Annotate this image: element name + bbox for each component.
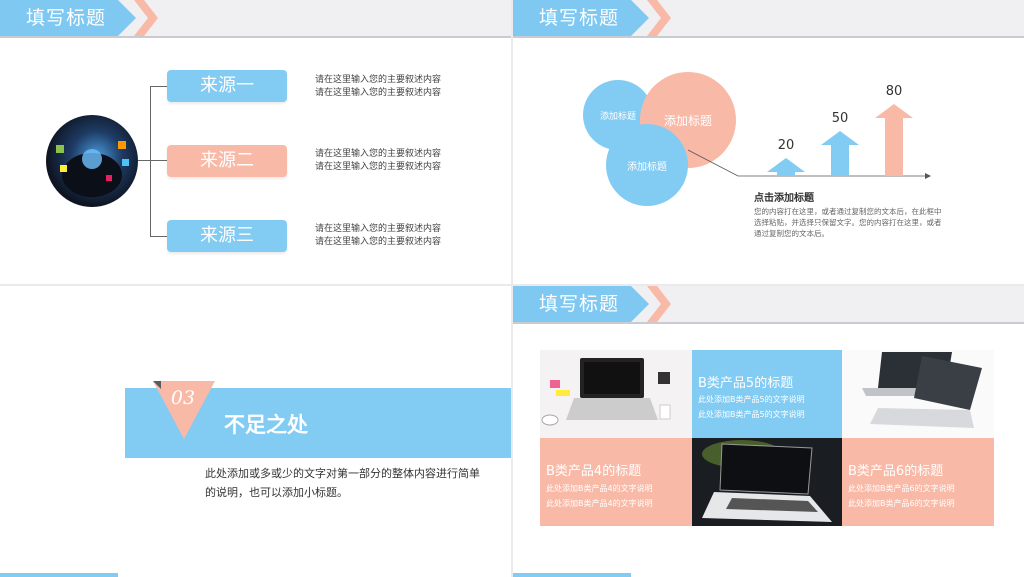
desc-line: 请在这里输入您的主要叙述内容 [315, 149, 442, 159]
slide-sources[interactable]: 填写标题 来源一 来源二 来源三 请在这里输入您的主要叙述内容 请在这里输入您的… [0, 0, 511, 284]
connector-line [150, 236, 167, 237]
product-title: B类产品6的标题 [848, 464, 944, 479]
header-chevron-icon [134, 0, 158, 36]
section-number: 03 [170, 387, 196, 409]
next-slide-header-peek [0, 573, 118, 577]
arrow-bar [767, 158, 805, 176]
source-one-box[interactable]: 来源一 [167, 70, 287, 102]
source-one-desc: 请在这里输入您的主要叙述内容 请在这里输入您的主要叙述内容 [315, 74, 441, 100]
slide-section[interactable]: 03 不足之处 此处添加或多或少的文字对第一部分的整体内容进行简单的说明，也可以… [0, 286, 511, 577]
product-photo-laptop-dark [692, 438, 842, 526]
tech-photo [46, 115, 138, 207]
slide-header: 填写标题 [0, 0, 511, 38]
product-card-5[interactable]: B类产品5的标题 此处添加B类产品5的文字说明 此处添加B类产品5的文字说明 [692, 350, 842, 438]
next-slide-header-peek [513, 573, 631, 577]
section-title: 不足之处 [224, 413, 308, 437]
product-photo-laptops [842, 350, 994, 438]
bar-value-label: 20 [777, 138, 795, 153]
bar-value-label: 80 [885, 84, 903, 99]
header-title: 填写标题 [513, 286, 631, 322]
desc-line: 请在这里输入您的主要叙述内容 [315, 162, 442, 172]
desc-line: 请在这里输入您的主要叙述内容 [315, 88, 442, 98]
product-title: B类产品4的标题 [546, 464, 642, 479]
product-desc-line: 此处添加B类产品4的文字说明 [546, 484, 653, 493]
desc-line: 请在这里输入您的主要叙述内容 [315, 75, 442, 85]
slide-chart[interactable]: 填写标题 添加标题 添加标题 添加标题 20 50 80 点击添加标题 您的内容… [513, 0, 1024, 284]
chart-title: 点击添加标题 [754, 193, 814, 204]
source-three-desc: 请在这里输入您的主要叙述内容 请在这里输入您的主要叙述内容 [315, 223, 441, 249]
chart-description: 您的内容打在这里，或者通过复制您的文本后，在此框中选择粘贴，并选择只保留文字。您… [754, 207, 942, 238]
header-chevron-icon [647, 286, 671, 322]
source-two-box[interactable]: 来源二 [167, 145, 287, 177]
header-title: 填写标题 [0, 0, 118, 36]
product-desc-line: 此处添加B类产品5的文字说明 [698, 395, 805, 404]
product-title: B类产品5的标题 [698, 376, 794, 391]
arrow-bar [875, 104, 913, 176]
connector-line [150, 160, 167, 161]
arrow-bar [821, 131, 859, 176]
slide-products[interactable]: 填写标题 B类产品5的标题 此处添加B类产品5的文字说明 此处添加B类产品5的文… [513, 286, 1024, 577]
desc-line: 请在这里输入您的主要叙述内容 [315, 224, 442, 234]
source-three-box[interactable]: 来源三 [167, 220, 287, 252]
product-card-6[interactable]: B类产品6的标题 此处添加B类产品6的文字说明 此处添加B类产品6的文字说明 [842, 438, 994, 526]
section-description: 此处添加或多或少的文字对第一部分的整体内容进行简单的说明，也可以添加小标题。 [205, 467, 480, 499]
product-desc-line: 此处添加B类产品4的文字说明 [546, 499, 653, 508]
product-photo-desk [540, 350, 692, 438]
product-card-4[interactable]: B类产品4的标题 此处添加B类产品4的文字说明 此处添加B类产品4的文字说明 [540, 438, 692, 526]
desc-line: 请在这里输入您的主要叙述内容 [315, 237, 442, 247]
slide-header: 填写标题 [513, 286, 1024, 324]
connector-line [150, 86, 167, 87]
product-desc-line: 此处添加B类产品6的文字说明 [848, 484, 955, 493]
connector-line [150, 86, 151, 236]
product-desc-line: 此处添加B类产品5的文字说明 [698, 410, 805, 419]
bar-value-label: 50 [831, 111, 849, 126]
source-two-desc: 请在这里输入您的主要叙述内容 请在这里输入您的主要叙述内容 [315, 148, 441, 174]
axis-arrow-icon [925, 173, 931, 179]
product-desc-line: 此处添加B类产品6的文字说明 [848, 499, 955, 508]
connector-line [138, 160, 150, 161]
